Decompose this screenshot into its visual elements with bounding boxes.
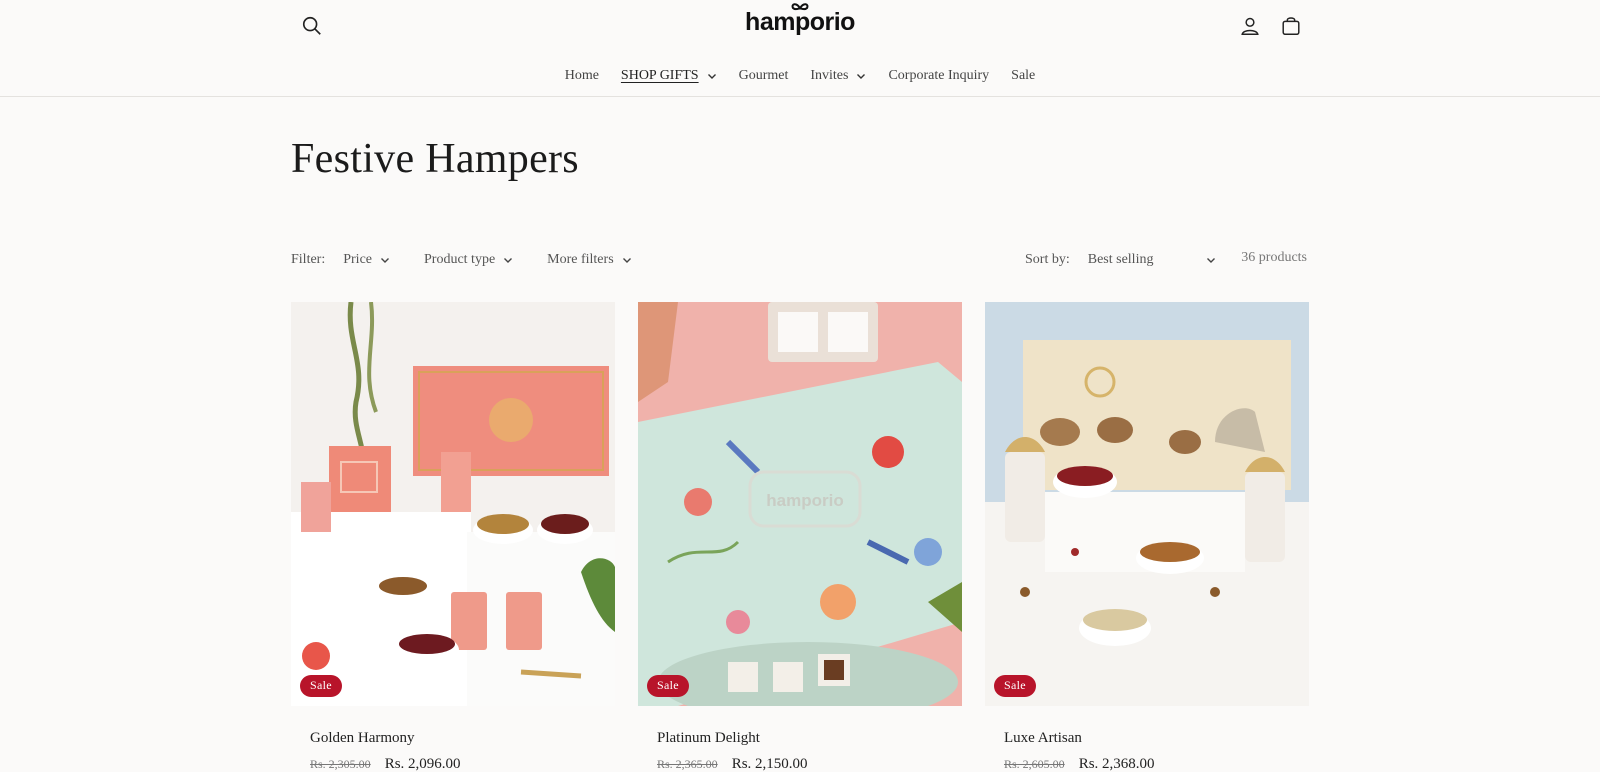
filter-product-type[interactable]: Product type [424, 252, 513, 268]
logo-text: hamporio [745, 8, 855, 36]
nav-item-label: SHOP GIFTS [620, 68, 699, 83]
cart-icon[interactable] [1277, 12, 1305, 40]
nav-item-label: Sale [1011, 68, 1036, 83]
chevron-down-icon [1206, 258, 1215, 263]
product-count: 36 products [1241, 250, 1307, 265]
filter-price[interactable]: Price [343, 252, 390, 268]
chevron-down-icon [857, 74, 866, 79]
nav-item-sale[interactable]: Sale [1000, 66, 1046, 86]
product-title[interactable]: Luxe Artisan [1004, 730, 1309, 747]
sale-badge: Sale [647, 675, 689, 697]
product-card[interactable]: Sale Golden Harmony Rs. 2,305.00 Rs. 2,0… [291, 302, 615, 772]
nav-item-home[interactable]: Home [554, 66, 610, 86]
sort-value: Best selling [1087, 252, 1154, 267]
sale-price: Rs. 2,150.00 [731, 756, 808, 772]
compare-at-price: Rs. 2,365.00 [657, 757, 718, 771]
chevron-down-icon [504, 258, 513, 263]
nav-item-invites[interactable]: Invites [799, 66, 877, 86]
nav-item-label: Home [564, 68, 599, 83]
compare-at-price: Rs. 2,305.00 [310, 757, 371, 771]
nav-item-gourmet[interactable]: Gourmet [728, 66, 800, 86]
search-icon[interactable] [298, 12, 326, 40]
chevron-down-icon [381, 258, 389, 263]
site-header: hamporio Home SHOP GIFTS Gourmet Invites… [0, 0, 1600, 97]
product-title[interactable]: Golden Harmony [310, 730, 615, 747]
sale-price: Rs. 2,096.00 [384, 756, 461, 772]
chevron-down-icon [707, 74, 716, 79]
filter-more-filters-label: More filters [547, 252, 614, 267]
filter-bar: Filter: Price Product type More filters [291, 250, 666, 270]
product-price: Rs. 2,305.00 Rs. 2,096.00 [310, 756, 615, 772]
nav-item-corporate-inquiry[interactable]: Corporate Inquiry [877, 66, 1000, 86]
product-card[interactable]: Sale Luxe Artisan Rs. 2,605.00 Rs. 2,368… [985, 302, 1309, 772]
sale-badge: Sale [300, 675, 342, 697]
product-image[interactable]: Sale [985, 302, 1309, 706]
sort-select[interactable]: Best selling [1088, 252, 1216, 268]
page-title: Festive Hampers [291, 136, 579, 182]
nav-item-label: Invites [810, 68, 849, 83]
filter-price-label: Price [343, 252, 372, 267]
product-price: Rs. 2,365.00 Rs. 2,150.00 [657, 756, 962, 772]
product-grid: Sale Golden Harmony Rs. 2,305.00 Rs. 2,0… [291, 302, 1309, 772]
product-photo-platinum-delight: hamporio [638, 302, 962, 706]
sort-label: Sort by: [1025, 252, 1070, 267]
nav-item-shop-gifts[interactable]: SHOP GIFTS [610, 66, 728, 86]
product-image[interactable]: Sale [291, 302, 615, 706]
account-icon[interactable] [1236, 12, 1264, 40]
product-card[interactable]: hamporio Sale Platinum Delight Rs. 2,365… [638, 302, 962, 772]
product-title[interactable]: Platinum Delight [657, 730, 962, 747]
product-photo-luxe-artisan [985, 302, 1309, 706]
chevron-down-icon [622, 258, 631, 263]
product-price: Rs. 2,605.00 Rs. 2,368.00 [1004, 756, 1309, 772]
sale-price: Rs. 2,368.00 [1078, 756, 1155, 772]
compare-at-price: Rs. 2,605.00 [1004, 757, 1065, 771]
nav-item-label: Corporate Inquiry [888, 68, 990, 83]
sale-badge: Sale [994, 675, 1036, 697]
filter-more-filters[interactable]: More filters [547, 252, 631, 268]
logo-link[interactable]: hamporio [745, 3, 855, 37]
logo: hamporio [0, 3, 1600, 37]
nav-item-label: Gourmet [738, 68, 789, 83]
filter-product-type-label: Product type [424, 252, 496, 267]
svg-text:hamporio: hamporio [766, 491, 843, 510]
filter-label: Filter: [291, 252, 326, 267]
main-nav: Home SHOP GIFTS Gourmet Invites Corporat… [0, 66, 1600, 86]
product-photo-golden-harmony [291, 302, 615, 706]
product-image[interactable]: hamporio Sale [638, 302, 962, 706]
sort-control: Sort by: Best selling [1025, 250, 1216, 270]
